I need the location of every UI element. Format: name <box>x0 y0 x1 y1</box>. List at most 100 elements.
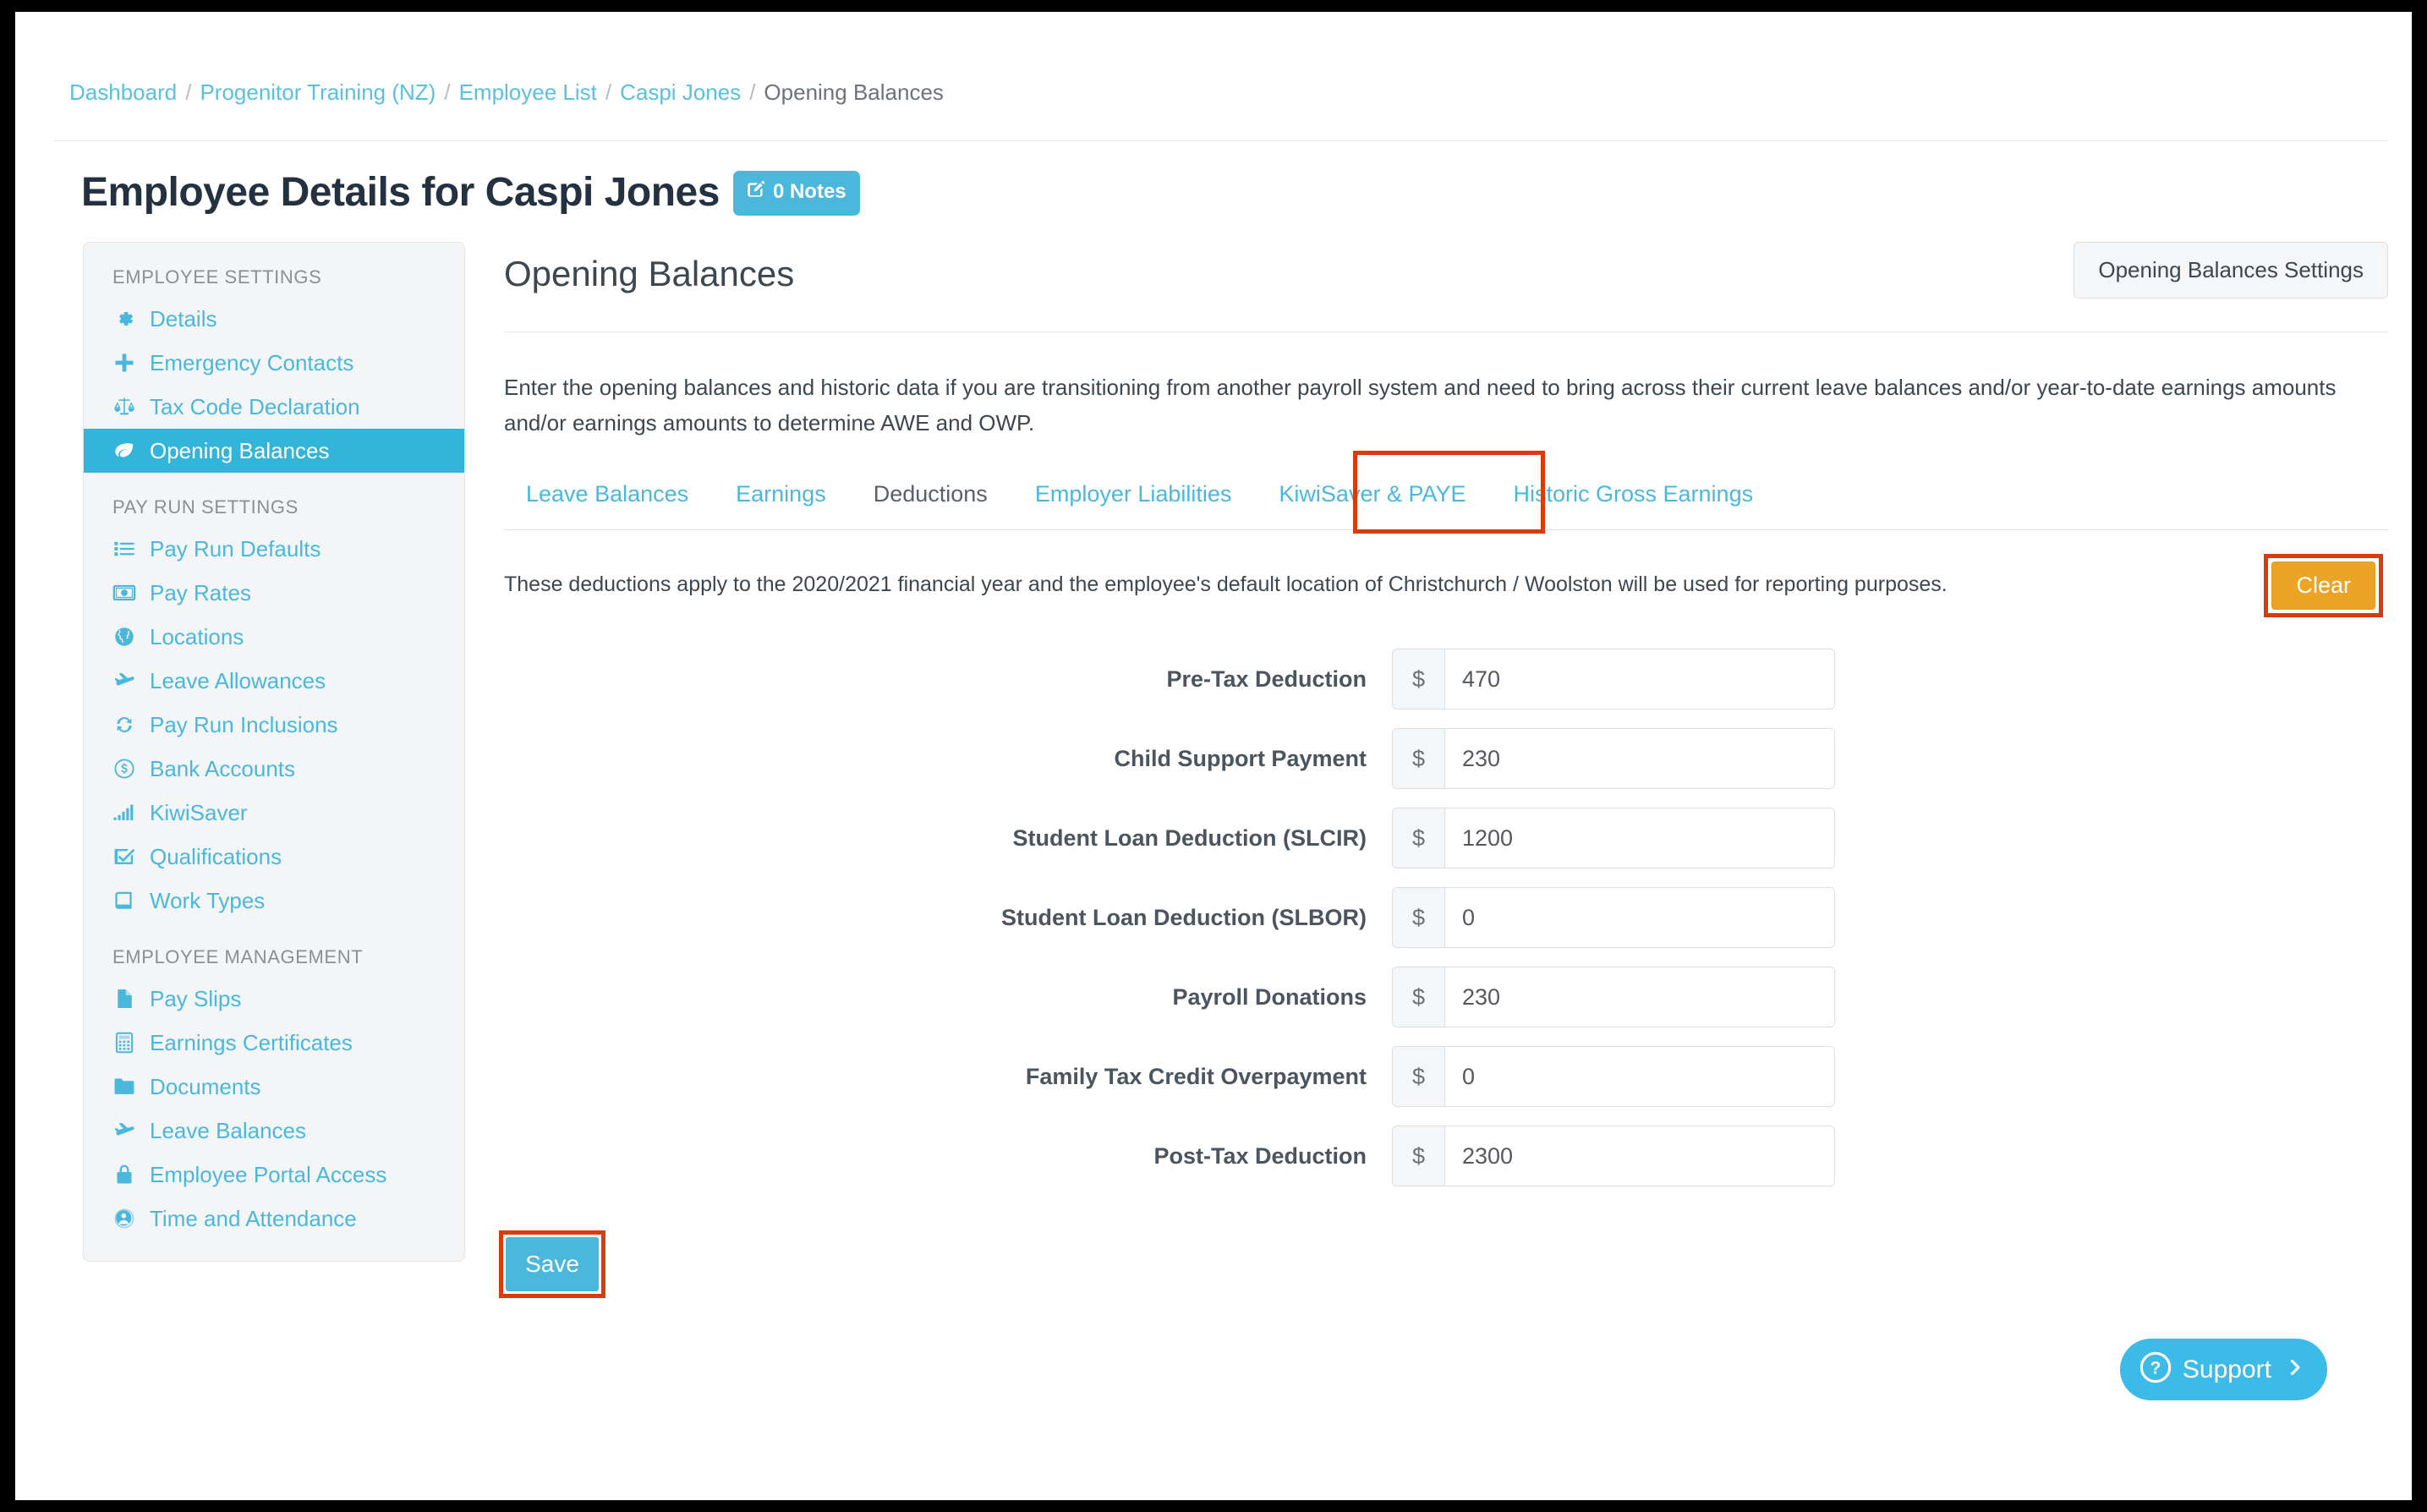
check-square-icon <box>112 845 143 868</box>
sidebar-item-details[interactable]: Details <box>84 297 464 341</box>
sidebar-item-label: Locations <box>150 623 244 649</box>
breadcrumb-separator: / <box>444 79 451 105</box>
currency-addon: $ <box>1393 1126 1445 1186</box>
sidebar-item-tax-code-declaration[interactable]: Tax Code Declaration <box>84 385 464 429</box>
sidebar-item-qualifications[interactable]: Qualifications <box>84 835 464 879</box>
sidebar-item-leave-balances[interactable]: Leave Balances <box>84 1109 464 1153</box>
clear-button[interactable]: Clear <box>2271 562 2375 611</box>
sidebar-item-label: Details <box>150 305 217 331</box>
sidebar-item-bank-accounts[interactable]: Bank Accounts <box>84 747 464 791</box>
svg-text:?: ? <box>2150 1359 2161 1378</box>
tab-leave-balances[interactable]: Leave Balances <box>504 474 710 524</box>
sidebar-item-label: Documents <box>150 1073 261 1099</box>
form-row: Pre-Tax Deduction $ <box>504 649 2388 710</box>
input-family-tax-credit-overpayment[interactable] <box>1445 1047 1834 1107</box>
input-group-post-tax-deduction: $ <box>1392 1126 1835 1187</box>
opening-balances-settings-button[interactable]: Opening Balances Settings <box>2074 242 2388 299</box>
tab-employer-liabilities[interactable]: Employer Liabilities <box>1013 474 1254 524</box>
label-family-tax-credit-overpayment: Family Tax Credit Overpayment <box>1025 1063 1367 1089</box>
input-group-pre-tax-deduction: $ <box>1392 649 1835 710</box>
sidebar-item-label: Leave Allowances <box>150 667 326 693</box>
breadcrumb-item-caspi-jones[interactable]: Caspi Jones <box>620 79 741 105</box>
input-group-payroll-donations: $ <box>1392 967 1835 1028</box>
sidebar-group-title: PAY RUN SETTINGS <box>112 496 299 518</box>
input-group-student-loan-deduction-slcir: $ <box>1392 808 1835 869</box>
sidebar-item-locations[interactable]: Locations <box>84 615 464 659</box>
input-pre-tax-deduction[interactable] <box>1445 649 1834 709</box>
sidebar-item-pay-rates[interactable]: Pay Rates <box>84 571 464 615</box>
sidebar-item-label: Bank Accounts <box>150 755 295 781</box>
sidebar-item-label: Leave Balances <box>150 1117 307 1143</box>
notes-badge[interactable]: 0 Notes <box>732 171 860 216</box>
tab-earnings[interactable]: Earnings <box>714 474 848 524</box>
tab-kiwisaver-paye[interactable]: KiwiSaver & PAYE <box>1257 474 1487 524</box>
sidebar-item-leave-allowances[interactable]: Leave Allowances <box>84 659 464 703</box>
sidebar-item-kiwisaver[interactable]: KiwiSaver <box>84 791 464 835</box>
sidebar-item-time-and-attendance[interactable]: Time and Attendance <box>84 1197 464 1241</box>
list-icon <box>112 537 143 561</box>
clear-button-annotation: Clear <box>2264 554 2383 618</box>
question-circle-icon: ? <box>2139 1350 2172 1389</box>
sidebar-item-earnings-certificates[interactable]: Earnings Certificates <box>84 1021 464 1065</box>
currency-addon: $ <box>1393 729 1445 789</box>
sidebar-item-employee-portal-access[interactable]: Employee Portal Access <box>84 1153 464 1197</box>
currency-addon: $ <box>1393 649 1445 709</box>
breadcrumb-item-opening-balances: Opening Balances <box>764 79 944 105</box>
plus-icon <box>112 351 143 375</box>
dollar-circle-icon <box>112 757 143 781</box>
page-title: Employee Details for Caspi Jones 0 Notes <box>81 169 860 216</box>
deductions-notice: These deductions apply to the 2020/2021 … <box>504 572 1948 597</box>
employee-sidebar: EMPLOYEE SETTINGS Details Emergency Contac… <box>83 242 465 1262</box>
breadcrumb-item-dashboard[interactable]: Dashboard <box>69 79 177 105</box>
notice-row: These deductions apply to the 2020/2021 … <box>504 554 2388 625</box>
tab-historic-gross-earnings[interactable]: Historic Gross Earnings <box>1492 474 1776 524</box>
main-panel: Opening Balances Opening Balances Settin… <box>499 242 2388 1299</box>
support-widget[interactable]: ? Support <box>2119 1339 2327 1400</box>
refresh-icon <box>112 713 143 737</box>
breadcrumb-separator: / <box>605 79 612 105</box>
sidebar-item-pay-run-inclusions[interactable]: Pay Run Inclusions <box>84 703 464 747</box>
sidebar-item-opening-balances[interactable]: Opening Balances <box>84 429 464 473</box>
sidebar-item-label: KiwiSaver <box>150 799 248 825</box>
sidebar-item-label: Earnings Certificates <box>150 1029 353 1055</box>
pencil-square-icon <box>745 178 767 206</box>
sidebar-item-label: Work Types <box>150 887 266 913</box>
breadcrumb-item-employee-list[interactable]: Employee List <box>459 79 597 105</box>
page-frame: Dashboard / Progenitor Training (NZ) / Emplo… <box>15 12 2412 1500</box>
book-icon <box>112 889 143 912</box>
sidebar-item-pay-slips[interactable]: Pay Slips <box>84 977 464 1021</box>
sidebar-item-work-types[interactable]: Work Types <box>84 879 464 923</box>
label-payroll-donations: Payroll Donations <box>1172 983 1367 1010</box>
header-divider <box>54 140 2388 141</box>
sidebar-item-label: Tax Code Declaration <box>150 393 360 419</box>
notes-badge-label: 0 Notes <box>772 180 846 203</box>
currency-addon: $ <box>1393 888 1445 948</box>
sidebar-item-documents[interactable]: Documents <box>84 1065 464 1109</box>
form-row: Student Loan Deduction (SLCIR) $ <box>504 808 2388 869</box>
sidebar-group-title: EMPLOYEE MANAGEMENT <box>112 946 364 967</box>
sidebar-group-title: EMPLOYEE SETTINGS <box>112 266 322 288</box>
input-group-family-tax-credit-overpayment: $ <box>1392 1046 1835 1108</box>
form-row: Family Tax Credit Overpayment $ <box>504 1046 2388 1108</box>
breadcrumb-separator: / <box>185 79 192 105</box>
main-header: Opening Balances Opening Balances Settin… <box>504 242 2388 323</box>
chevron-right-icon <box>2285 1356 2305 1383</box>
opening-balances-tabs: Leave Balances Earnings Deductions Employer… <box>504 451 2388 534</box>
input-post-tax-deduction[interactable] <box>1445 1126 1834 1186</box>
gear-icon <box>112 307 143 331</box>
sidebar-item-label: Pay Slips <box>150 985 242 1011</box>
input-student-loan-deduction-slbor[interactable] <box>1445 888 1834 948</box>
input-student-loan-deduction-slcir[interactable] <box>1445 808 1834 868</box>
input-payroll-donations[interactable] <box>1445 967 1834 1027</box>
input-child-support-payment[interactable] <box>1445 729 1834 789</box>
breadcrumb-item-progenitor-training-nz[interactable]: Progenitor Training (NZ) <box>200 79 436 105</box>
support-label: Support <box>2182 1355 2271 1383</box>
save-button[interactable]: Save <box>506 1237 599 1292</box>
sidebar-item-label: Time and Attendance <box>150 1205 357 1231</box>
label-child-support-payment: Child Support Payment <box>1114 745 1367 771</box>
tab-deductions[interactable]: Deductions <box>851 474 1010 525</box>
sidebar-item-pay-run-defaults[interactable]: Pay Run Defaults <box>84 527 464 571</box>
sidebar-item-emergency-contacts[interactable]: Emergency Contacts <box>84 341 464 385</box>
sidebar-item-label: Pay Rates <box>150 579 251 605</box>
sidebar-item-label: Emergency Contacts <box>150 349 354 375</box>
